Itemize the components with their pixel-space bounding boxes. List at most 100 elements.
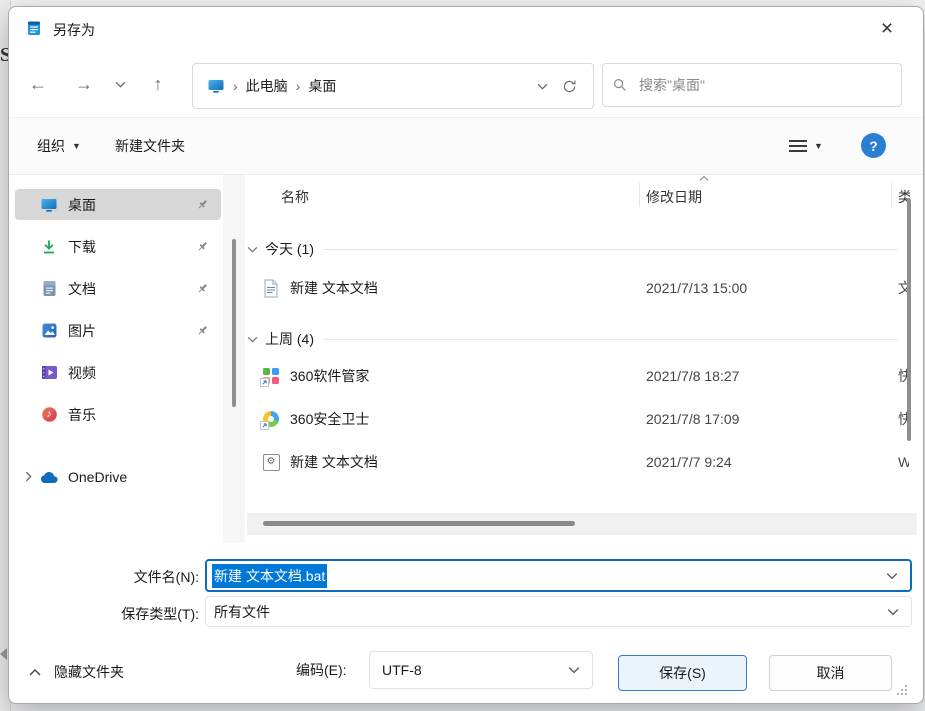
caret-down-icon: ▼ [814, 141, 823, 151]
address-dropdown-button[interactable] [537, 81, 548, 92]
column-divider[interactable] [639, 183, 640, 207]
title-bar[interactable]: 另存为 × [9, 7, 923, 51]
file-date: 2021/7/7 9:24 [646, 454, 732, 470]
pin-icon[interactable] [195, 198, 209, 212]
videos-icon [39, 363, 59, 383]
filename-label: 文件名(N): [133, 569, 199, 585]
text-file-icon [261, 278, 281, 298]
sidebar-item-documents[interactable]: 文档 [15, 273, 221, 304]
up-button[interactable]: ↑ [141, 67, 175, 101]
file-row[interactable]: ⚙ 新建 文本文档 2021/7/7 9:24 W [247, 445, 909, 479]
column-header-label: 名称 [281, 189, 309, 205]
sidebar-item-label: 桌面 [68, 196, 96, 213]
breadcrumb-this-pc[interactable]: 此电脑 [246, 76, 288, 96]
background-arrow-icon [0, 648, 7, 660]
hide-folders-button[interactable]: 隐藏文件夹 [29, 659, 124, 685]
pin-icon[interactable] [195, 282, 209, 296]
save-button[interactable]: 保存(S) [618, 655, 747, 691]
sidebar-item-label: 下载 [68, 238, 96, 255]
filelist-vertical-scrollbar[interactable] [907, 199, 911, 441]
desktop-icon [39, 195, 59, 215]
filename-input[interactable]: 新建 文本文档.bat [205, 559, 912, 592]
dialog-title: 另存为 [53, 22, 95, 38]
sidebar-item-videos[interactable]: 视频 [15, 357, 221, 388]
forward-button[interactable]: → [67, 67, 101, 101]
encoding-select[interactable]: UTF-8 [369, 651, 593, 689]
save-type-select[interactable]: 所有文件 [205, 596, 912, 627]
file-row[interactable]: 360安全卫士 2021/7/8 17:09 快 [247, 402, 909, 436]
sidebar-item-music[interactable]: ♪ 音乐 [15, 399, 221, 430]
file-row[interactable]: 新建 文本文档 2021/7/13 15:00 文 [247, 271, 909, 305]
column-header-name[interactable]: 名称 [281, 187, 309, 207]
sidebar-item-desktop[interactable]: 桌面 [15, 189, 221, 220]
column-header-label: 修改日期 [646, 189, 702, 205]
file-type: W [898, 454, 909, 470]
this-pc-icon [207, 78, 225, 94]
sidebar-item-downloads[interactable]: 下载 [15, 231, 221, 262]
pin-icon[interactable] [195, 324, 209, 338]
gear-glyph: ⚙ [266, 455, 276, 467]
music-note-glyph: ♪ [46, 408, 52, 420]
search-input[interactable] [637, 76, 891, 94]
new-folder-button[interactable]: 新建文件夹 [105, 129, 195, 163]
sidebar-item-onedrive[interactable]: OneDrive [15, 461, 221, 492]
breadcrumb-separator: › [233, 78, 238, 94]
group-label: 今天 (1) [265, 241, 314, 257]
sort-ascending-icon [699, 175, 709, 182]
shortcut-arrow-icon [260, 421, 269, 430]
address-bar[interactable]: › 此电脑 › 桌面 [192, 63, 594, 109]
list-view-icon [789, 140, 807, 152]
column-divider[interactable] [891, 183, 892, 207]
batch-file-icon: ⚙ [261, 452, 281, 472]
group-divider-line [324, 248, 897, 250]
chevron-down-icon[interactable] [568, 664, 580, 676]
help-button[interactable]: ? [861, 133, 886, 158]
breadcrumb-desktop[interactable]: 桌面 [308, 76, 336, 96]
encoding-label: 编码(E): [296, 662, 347, 678]
sidebar-scrollbar-thumb[interactable] [232, 239, 236, 407]
close-icon: × [880, 17, 894, 40]
sidebar-item-pictures[interactable]: 图片 [15, 315, 221, 346]
view-options-button[interactable]: ▼ [779, 129, 833, 163]
save-type-label: 保存类型(T): [121, 606, 199, 622]
help-icon: ? [861, 133, 886, 158]
file-row[interactable]: 360软件管家 2021/7/8 18:27 快 [247, 359, 909, 393]
sidebar-item-label: OneDrive [68, 468, 128, 485]
chevron-down-icon [537, 83, 548, 90]
cancel-button[interactable]: 取消 [769, 655, 892, 691]
back-button[interactable]: ← [21, 67, 55, 101]
documents-icon [39, 279, 59, 299]
chevron-down-icon[interactable] [887, 606, 899, 618]
encoding-value: UTF-8 [382, 662, 422, 678]
breadcrumb-separator: › [295, 78, 301, 94]
group-header-last-week[interactable]: 上周 (4) [247, 327, 897, 351]
chevron-up-icon [29, 668, 41, 675]
resize-grip[interactable] [895, 683, 909, 697]
sidebar-item-label: 视频 [68, 364, 96, 381]
chevron-down-icon[interactable] [886, 570, 898, 582]
save-type-value: 所有文件 [214, 603, 270, 620]
file-name: 新建 文本文档 [290, 280, 378, 296]
filelist-horizontal-scrollbar-thumb[interactable] [263, 521, 575, 526]
up-icon: ↑ [153, 73, 163, 94]
refresh-button[interactable] [562, 79, 577, 94]
shortcut-arrow-icon [260, 378, 269, 387]
file-date: 2021/7/8 17:09 [646, 411, 740, 427]
recent-locations-button[interactable] [107, 67, 133, 101]
file-name: 360软件管家 [290, 368, 370, 384]
onedrive-icon [39, 467, 59, 487]
search-box[interactable] [602, 63, 902, 107]
group-header-today[interactable]: 今天 (1) [247, 237, 897, 261]
organize-button[interactable]: 组织 ▼ [27, 129, 91, 163]
music-icon: ♪ [39, 405, 59, 425]
hide-folders-label: 隐藏文件夹 [54, 664, 124, 680]
file-name: 360安全卫士 [290, 411, 370, 427]
close-button[interactable]: × [865, 11, 909, 47]
chevron-down-icon [115, 81, 125, 88]
chevron-down-icon [247, 336, 258, 343]
group-label: 上周 (4) [265, 331, 314, 347]
new-folder-label: 新建文件夹 [115, 138, 185, 154]
column-header-date[interactable]: 修改日期 [646, 187, 702, 207]
pin-icon[interactable] [195, 240, 209, 254]
chevron-right-icon[interactable] [23, 471, 35, 483]
